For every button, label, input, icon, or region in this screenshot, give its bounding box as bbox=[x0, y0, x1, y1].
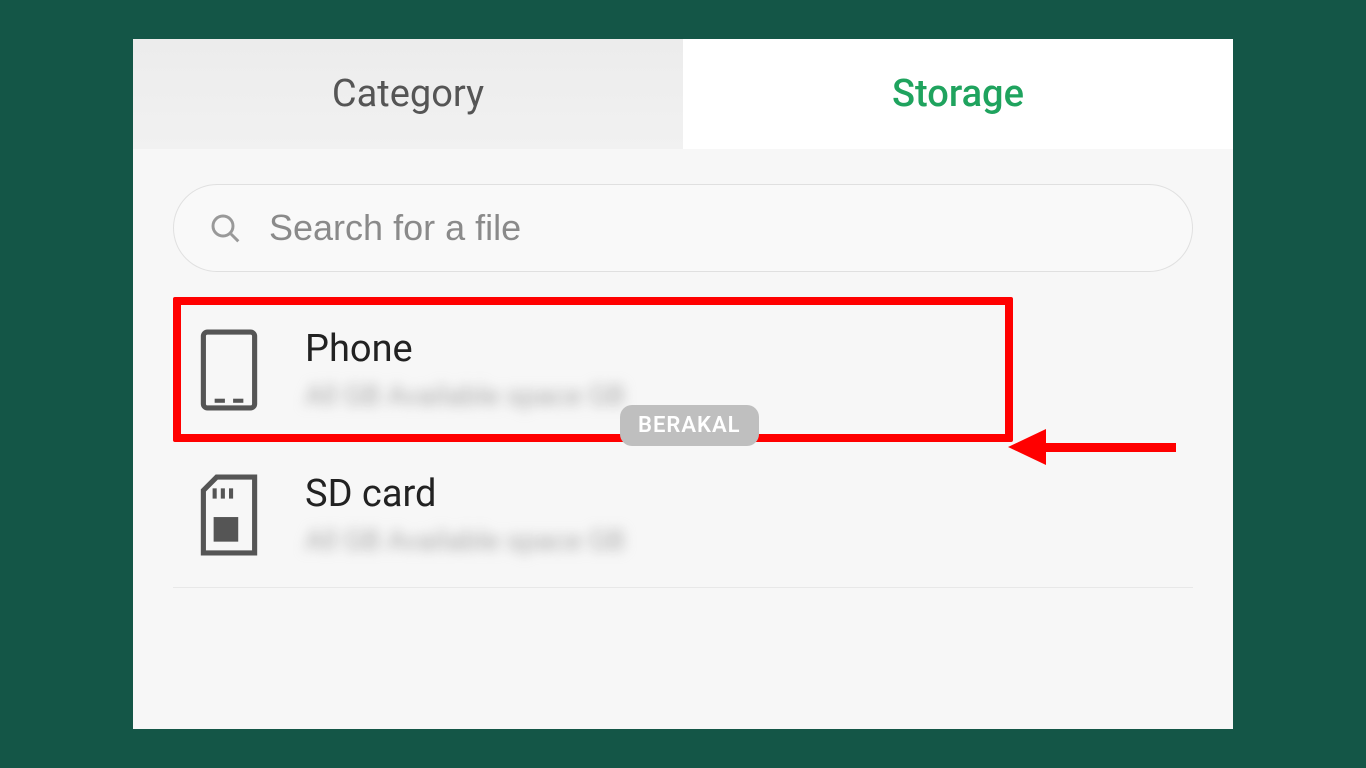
storage-item-title: SD card bbox=[305, 472, 1173, 516]
arrow-line bbox=[1046, 443, 1176, 452]
storage-item-phone[interactable]: Phone All GB Available space GB bbox=[173, 297, 1013, 442]
storage-item-text: Phone All GB Available space GB bbox=[305, 327, 993, 412]
tab-bar: Category Storage bbox=[133, 39, 1233, 149]
storage-item-title: Phone bbox=[305, 327, 993, 371]
search-field[interactable] bbox=[173, 184, 1193, 272]
tab-storage[interactable]: Storage bbox=[683, 39, 1233, 149]
search-input[interactable] bbox=[269, 207, 1157, 249]
tab-category[interactable]: Category bbox=[133, 39, 683, 149]
storage-item-subtitle: All GB Available space GB bbox=[305, 524, 1173, 557]
file-manager-screen: Category Storage Phone All GB Available … bbox=[133, 39, 1233, 729]
watermark-badge: BERAKAL bbox=[620, 405, 759, 446]
sdcard-icon bbox=[193, 474, 265, 556]
search-container bbox=[133, 149, 1233, 297]
storage-item-text: SD card All GB Available space GB bbox=[305, 472, 1173, 557]
search-icon bbox=[209, 212, 241, 244]
highlight-arrow bbox=[1008, 437, 1188, 457]
phone-icon bbox=[193, 329, 265, 411]
arrow-head-icon bbox=[1008, 429, 1046, 465]
